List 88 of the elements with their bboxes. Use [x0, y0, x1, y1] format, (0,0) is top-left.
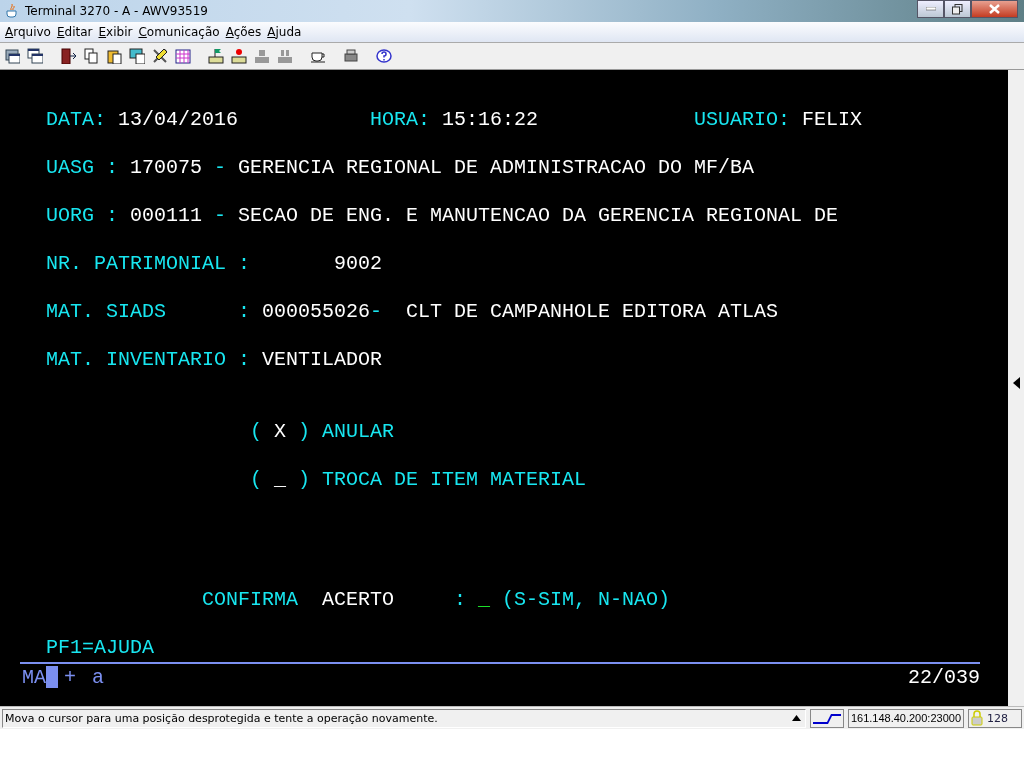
close-button[interactable]	[971, 0, 1018, 18]
copy-button[interactable]	[82, 47, 100, 65]
cursor-position: 22/039	[908, 665, 980, 689]
field-value: 9002	[334, 252, 382, 276]
record-device-icon	[231, 48, 247, 64]
field-label: :	[238, 300, 250, 324]
field-label: UORG :	[46, 204, 118, 228]
encryption-level: 128	[987, 711, 1008, 725]
restore-button[interactable]	[944, 0, 971, 18]
menu-item[interactable]: Arquivo	[2, 25, 54, 39]
field-label: :	[454, 588, 466, 612]
status-message: Mova o cursor para uma posição desprotegida e tente a operação novamente.	[5, 711, 438, 725]
field-label: MAT. INVENTARIO :	[46, 348, 250, 372]
copy-icon	[83, 48, 99, 64]
field-label: (	[250, 420, 262, 444]
status-indicator: a	[92, 665, 105, 689]
paste-button[interactable]	[105, 47, 123, 65]
printer-icon	[343, 48, 359, 64]
field-value: GERENCIA REGIONAL DE ADMINISTRACAO DO MF/BA	[238, 156, 754, 180]
field-label: -	[370, 300, 382, 324]
minimize-icon	[925, 7, 936, 11]
field-value: 15:16:22	[442, 108, 538, 132]
flag-device-button[interactable]	[207, 47, 225, 65]
field-value: 170075	[130, 156, 202, 180]
field-label: (S-SIM, N-NAO)	[502, 588, 670, 612]
field-label: )	[298, 420, 310, 444]
grid-icon	[175, 48, 191, 64]
help-icon	[376, 48, 392, 64]
device-icon	[254, 48, 270, 64]
field-value: 000055026	[262, 300, 370, 324]
lock-icon	[971, 710, 983, 726]
menu-item[interactable]: Exibir	[95, 25, 136, 39]
status-indicator: +	[64, 665, 77, 689]
status-indicator: MA	[22, 665, 46, 689]
window-icon	[4, 48, 20, 64]
host-address: 161.148.40.200:23000	[847, 708, 964, 728]
field-label: -	[214, 204, 226, 228]
tools-button[interactable]	[151, 47, 169, 65]
field-value: X	[274, 420, 286, 444]
field-label: MAT. SIADS	[46, 300, 166, 324]
field-label: CONFIRMA	[202, 588, 298, 612]
field-label: UASG :	[46, 156, 118, 180]
windows-button[interactable]	[26, 47, 44, 65]
input-field[interactable]: _	[478, 588, 490, 612]
window-title: Terminal 3270 - A - AWV93519	[25, 4, 209, 18]
record-device-button[interactable]	[230, 47, 248, 65]
field-label: PF1=AJUDA	[46, 636, 154, 660]
windows-icon	[27, 48, 43, 64]
screen-document-button[interactable]	[128, 47, 146, 65]
field-label: HORA:	[370, 108, 430, 132]
field-value: CLT DE CAMPANHOLE EDITORA ATLAS	[406, 300, 778, 324]
door-button[interactable]	[59, 47, 77, 65]
field-label: (	[250, 468, 262, 492]
device-icon	[277, 48, 293, 64]
field-value: SECAO DE ENG. E MANUTENCAO DA GERENCIA REGIONAL DE	[238, 204, 838, 228]
grid-button[interactable]	[174, 47, 192, 65]
field-value: _	[274, 468, 286, 492]
menu-item[interactable]: Comunicação	[135, 25, 223, 39]
paste-icon	[106, 48, 122, 64]
field-label: )	[298, 468, 310, 492]
up-arrow-icon[interactable]	[791, 715, 801, 721]
close-icon	[989, 4, 1000, 14]
help-button[interactable]	[375, 47, 393, 65]
cup-icon	[4, 3, 20, 19]
minimize-button[interactable]	[917, 0, 944, 18]
flag-device-icon	[208, 48, 224, 64]
tools-icon	[152, 48, 168, 64]
field-label: ANULAR	[322, 420, 394, 444]
field-value: ACERTO	[322, 588, 394, 612]
door-icon	[60, 48, 76, 64]
menu-item[interactable]: Editar	[53, 25, 96, 39]
field-label: -	[214, 156, 226, 180]
collapse-arrow-icon[interactable]	[1012, 377, 1020, 389]
field-value: 000111	[130, 204, 202, 228]
field-label: DATA:	[46, 108, 106, 132]
menu-item[interactable]: Ajuda	[264, 25, 305, 39]
cursor-block-icon	[46, 666, 58, 688]
field-value: 13/04/2016	[118, 108, 238, 132]
screen-document-icon	[129, 48, 145, 64]
field-label: USUARIO:	[694, 108, 790, 132]
field-value: VENTILADOR	[262, 348, 382, 372]
field-label: NR. PATRIMONIAL :	[46, 252, 250, 276]
field-label: TROCA DE ITEM MATERIAL	[322, 468, 586, 492]
printer-button[interactable]	[342, 47, 360, 65]
window-button[interactable]	[3, 47, 21, 65]
field-value: FELIX	[802, 108, 862, 132]
restore-icon	[952, 3, 963, 15]
menu-item[interactable]: Ações	[222, 25, 265, 39]
